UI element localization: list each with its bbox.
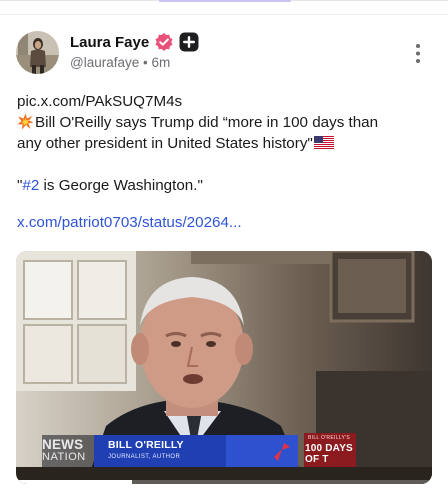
lower-third-title: JOURNALIST, AUTHOR: [108, 454, 181, 460]
avatar[interactable]: [16, 31, 59, 74]
external-link[interactable]: x.com/patriot0703/status/20264...: [17, 214, 242, 231]
post-media-link[interactable]: pic.x.com/PAkSUQ7M4s: [17, 91, 427, 112]
more-vertical-icon: [416, 44, 420, 63]
promo-small-text: BILL O'REILLY'S: [308, 435, 350, 441]
post-line-2-text: Bill O'Reilly says Trump did “more in 10…: [35, 114, 379, 131]
promo-big-line-2: OF T: [305, 454, 329, 465]
us-flag-emoji-icon: [313, 134, 334, 149]
more-options-button[interactable]: [410, 41, 426, 67]
promo-big-line-1: 100 DAYS: [305, 443, 353, 454]
hashtag-link[interactable]: #2: [22, 177, 39, 194]
video-player[interactable]: NEWS NATION BILL O'REILLY JOURNALIST, AU…: [16, 251, 432, 484]
post-time: 6m: [151, 55, 171, 70]
post-line-5: "#2 is George Washington.": [17, 175, 427, 196]
author-meta: @laurafaye • 6m: [70, 55, 170, 70]
subscriber-plus-icon: [179, 32, 199, 52]
verified-badge-icon: [154, 32, 174, 52]
avatar-image: [16, 31, 59, 74]
promo-big-text: 100 DAYS OF T: [305, 443, 353, 465]
post-body: pic.x.com/PAkSUQ7M4s Bill O'Reilly says …: [17, 91, 427, 196]
video-progress-fill: [16, 480, 133, 484]
network-logo: NEWS NATION: [42, 437, 92, 465]
author-handle[interactable]: @laurafaye: [70, 55, 139, 70]
network-logo-top: NEWS: [42, 437, 84, 452]
post-line-3-text: any other president in United States his…: [17, 135, 313, 152]
post-line-2: Bill O'Reilly says Trump did “more in 10…: [17, 112, 427, 133]
post-line-3: any other president in United States his…: [17, 133, 427, 154]
tab-indicator: [159, 0, 291, 2]
lower-third-name: BILL O'REILLY: [108, 439, 184, 451]
author-name[interactable]: Laura Faye: [70, 34, 149, 51]
author-name-row: Laura Faye: [70, 32, 199, 52]
quote-rest: is George Washington.": [39, 177, 203, 194]
section-divider: [0, 14, 448, 15]
collision-emoji-icon: [17, 113, 34, 130]
meta-separator: •: [143, 55, 148, 70]
network-logo-bottom: NATION: [42, 451, 86, 463]
